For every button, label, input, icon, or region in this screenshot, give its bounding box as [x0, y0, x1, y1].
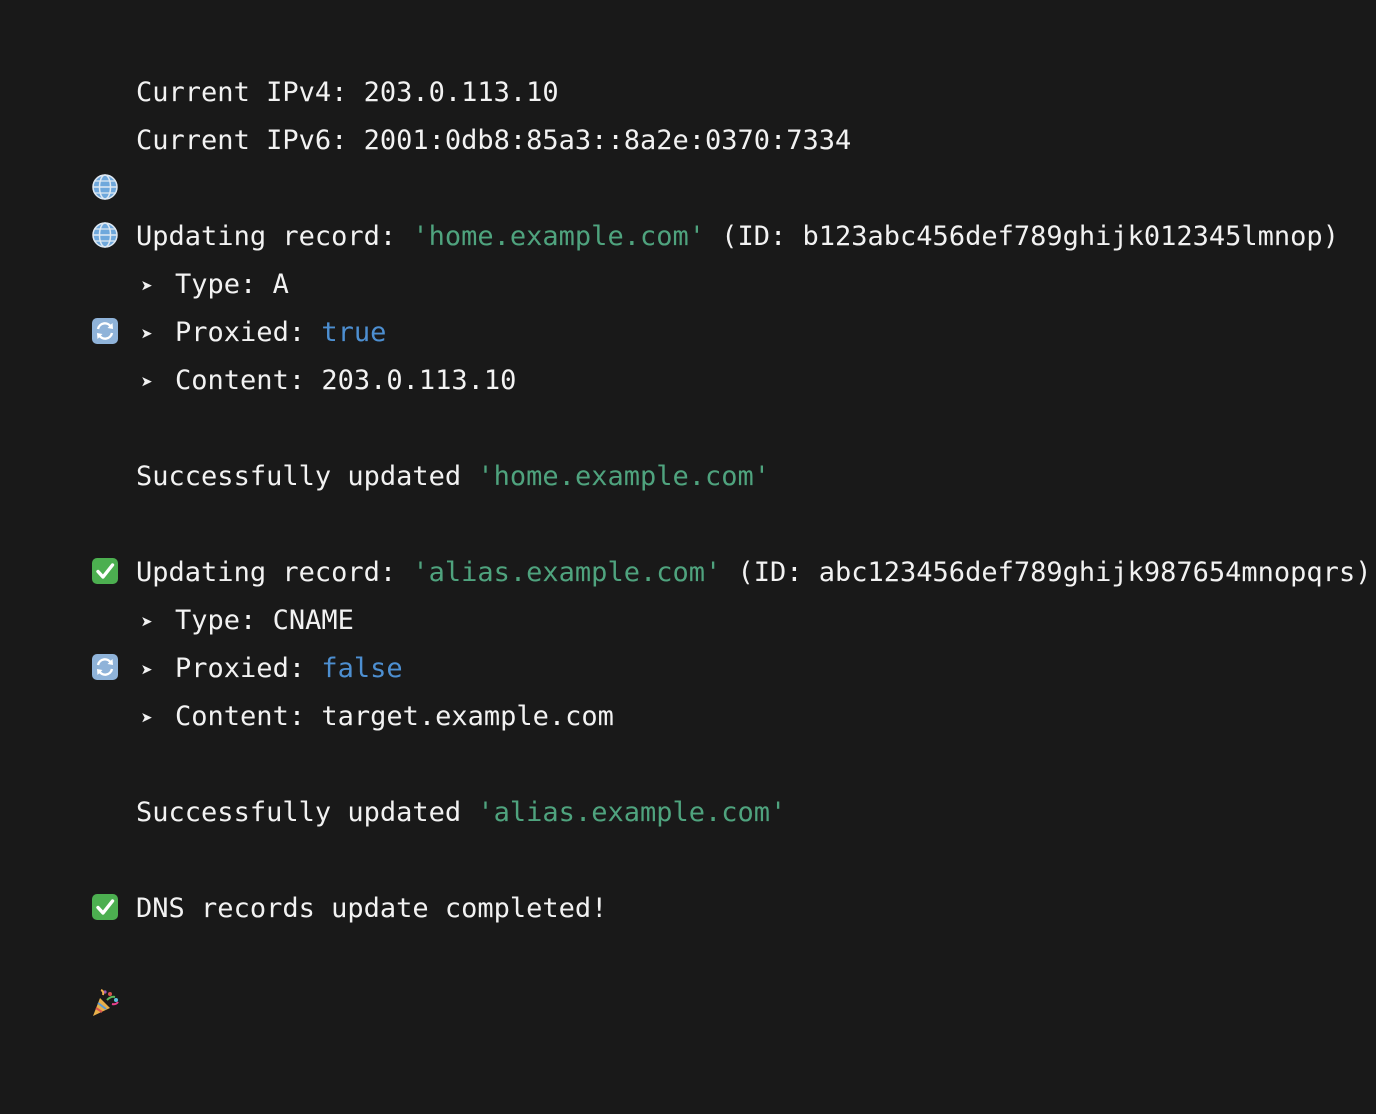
- update-home-record-name: 'home.example.com': [412, 221, 705, 252]
- terminal-output: Current IPv4: 203.0.113.10 Current IPv6:…: [0, 0, 1376, 1016]
- check-icon: [90, 460, 120, 584]
- update-alias-line: Updating record: 'alias.example.com' (ID…: [25, 501, 1371, 680]
- alias-content-line: ➤ Content: target.example.com: [76, 645, 614, 732]
- ipv6-value: 2001:0db8:85a3::8a2e:0370:7334: [363, 125, 852, 156]
- arrow-icon: ➤: [141, 706, 154, 730]
- update-alias-record-id: (ID: abc123456def789ghijk987654mnopqrs): [721, 557, 1372, 588]
- arrow-icon: ➤: [141, 370, 154, 394]
- alias-proxied-line: ➤ Proxied: false: [76, 597, 403, 684]
- alias-content-label: Content:: [175, 701, 322, 732]
- success-alias-record-name: 'alias.example.com': [477, 797, 787, 828]
- home-type-line: ➤ Type: A: [76, 213, 289, 300]
- home-content-value: 203.0.113.10: [321, 365, 517, 396]
- update-home-line: Updating record: 'home.example.com' (ID:…: [25, 165, 1339, 344]
- ipv6-label: Current IPv6:: [136, 125, 364, 156]
- completed-line: DNS records update completed!: [25, 837, 607, 1016]
- ipv6-line: Current IPv6: 2001:0db8:85a3::8a2e:0370:…: [25, 69, 851, 248]
- success-alias-line: Successfully updated 'alias.example.com': [25, 741, 786, 920]
- update-alias-record-name: 'alias.example.com': [412, 557, 722, 588]
- globe-icon: [90, 124, 120, 248]
- update-home-record-id: (ID: b123abc456def789ghijk012345lmnop): [704, 221, 1339, 252]
- check-icon: [90, 796, 120, 920]
- home-proxied-line: ➤ Proxied: true: [76, 261, 386, 348]
- completed-text: DNS records update completed!: [136, 893, 608, 924]
- success-home-record-name: 'home.example.com': [477, 461, 771, 492]
- success-alias-prefix: Successfully updated: [136, 797, 478, 828]
- success-home-prefix: Successfully updated: [136, 461, 478, 492]
- success-home-line: Successfully updated 'home.example.com': [25, 405, 770, 584]
- party-popper-icon: [90, 892, 120, 1016]
- home-content-line: ➤ Content: 203.0.113.10: [76, 309, 516, 396]
- home-content-label: Content:: [175, 365, 322, 396]
- ipv4-line: Current IPv4: 203.0.113.10: [25, 21, 559, 200]
- alias-content-value: target.example.com: [321, 701, 614, 732]
- alias-type-line: ➤ Type: CNAME: [76, 549, 354, 636]
